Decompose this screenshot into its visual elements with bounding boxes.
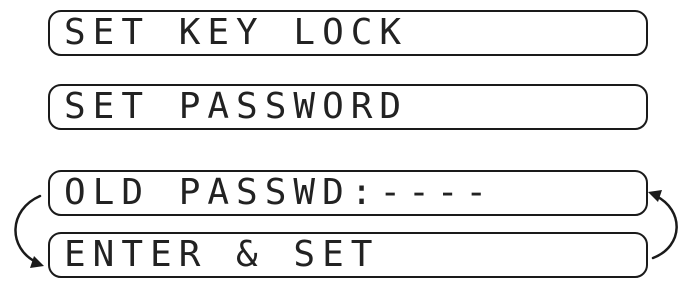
right-cycle-arrow-icon	[651, 194, 678, 260]
lcd-screen-set-password: SET PASSWORD	[48, 84, 648, 130]
left-arrowhead-icon	[30, 256, 44, 268]
left-cycle-arrow-icon	[14, 194, 42, 264]
right-arrowhead-icon	[648, 190, 662, 202]
lcd-screen-old-password: OLD PASSWD:----	[48, 170, 648, 216]
lcd-text: ENTER & SET	[64, 234, 380, 275]
lcd-text: SET PASSWORD	[64, 86, 409, 127]
lcd-text: SET KEY LOCK	[64, 12, 409, 53]
lcd-screen-enter-and-set: ENTER & SET	[48, 232, 648, 278]
lcd-screen-set-key-lock: SET KEY LOCK	[48, 10, 648, 56]
lcd-text: OLD PASSWD:----	[64, 172, 495, 213]
